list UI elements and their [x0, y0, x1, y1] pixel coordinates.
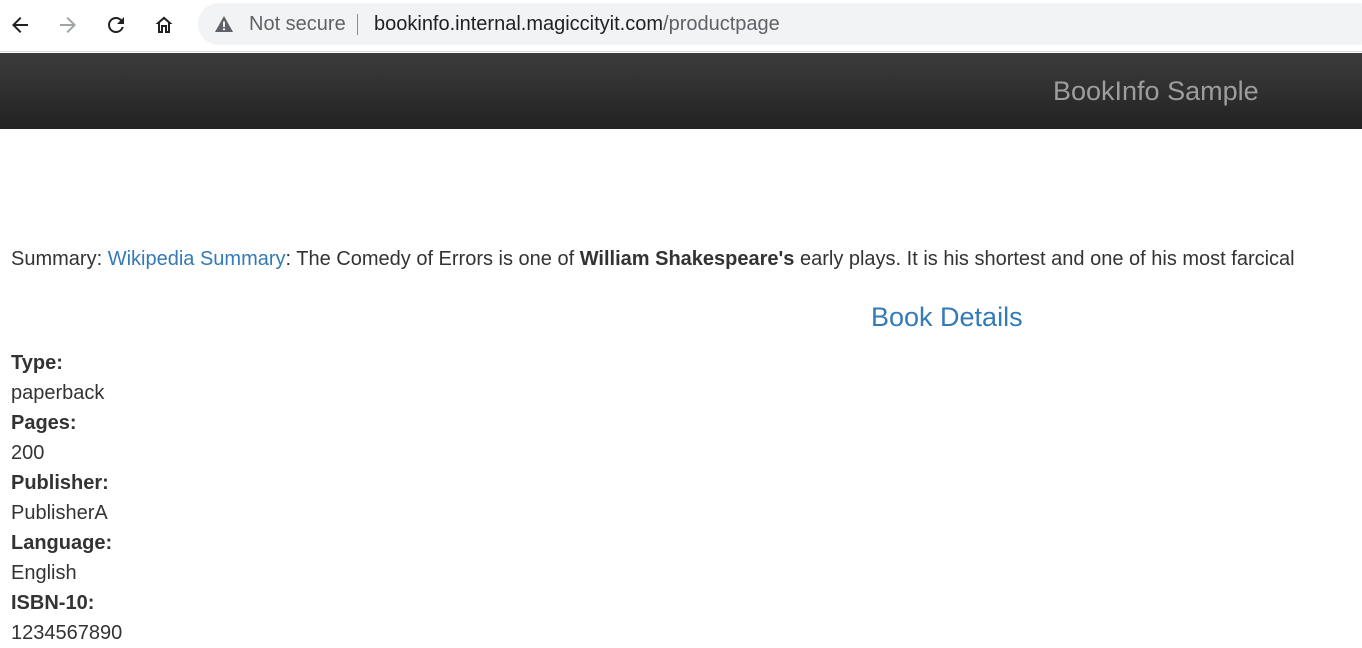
- home-icon: [155, 16, 173, 33]
- reload-button[interactable]: [100, 9, 132, 41]
- type-value: paperback: [11, 382, 105, 404]
- security-divider: [357, 14, 358, 35]
- navbar-brand-link[interactable]: BookInfo Sample: [1053, 75, 1259, 107]
- isbn-10-value: 1234567890: [11, 622, 123, 644]
- summary-prefix: Summary:: [11, 248, 108, 270]
- summary-text-start: : The Comedy of Errors is one of: [285, 248, 580, 270]
- url-text[interactable]: bookinfo.internal.magiccityit.com/produc…: [374, 13, 780, 35]
- page-navbar: BookInfo Sample: [0, 53, 1362, 129]
- browser-toolbar: Not secure bookinfo.internal.magiccityit…: [0, 0, 1362, 52]
- book-details-list: Type: paperback Pages: 200 Publisher: Pu…: [11, 348, 122, 648]
- type-label: Type:: [11, 352, 63, 374]
- url-path: /productpage: [663, 13, 780, 35]
- warning-triangle-icon[interactable]: [214, 15, 234, 33]
- url-host: bookinfo.internal.magiccityit.com: [374, 13, 664, 35]
- isbn-10-label: ISBN-10:: [11, 592, 95, 614]
- publisher-label: Publisher:: [11, 472, 109, 494]
- summary-paragraph: Summary: Wikipedia Summary: The Comedy o…: [11, 246, 1295, 272]
- summary-author-name: William Shakespeare's: [579, 248, 795, 270]
- address-bar[interactable]: Not secure bookinfo.internal.magiccityit…: [198, 3, 1362, 45]
- pages-label: Pages:: [11, 412, 77, 434]
- reload-icon: [108, 17, 124, 33]
- forward-arrow-icon: [60, 17, 76, 33]
- home-button[interactable]: [148, 9, 180, 41]
- back-button[interactable]: [4, 9, 36, 41]
- forward-button[interactable]: [52, 9, 84, 41]
- wikipedia-summary-link[interactable]: Wikipedia Summary: [108, 248, 286, 270]
- pages-value: 200: [11, 442, 45, 464]
- language-label: Language:: [11, 532, 113, 554]
- back-arrow-icon: [12, 17, 28, 33]
- book-details-heading: Book Details: [871, 302, 1023, 332]
- publisher-value: PublisherA: [11, 502, 108, 524]
- language-value: English: [11, 562, 77, 584]
- summary-text-end: early plays. It is his shortest and one …: [794, 248, 1295, 270]
- security-status-label[interactable]: Not secure: [249, 13, 346, 35]
